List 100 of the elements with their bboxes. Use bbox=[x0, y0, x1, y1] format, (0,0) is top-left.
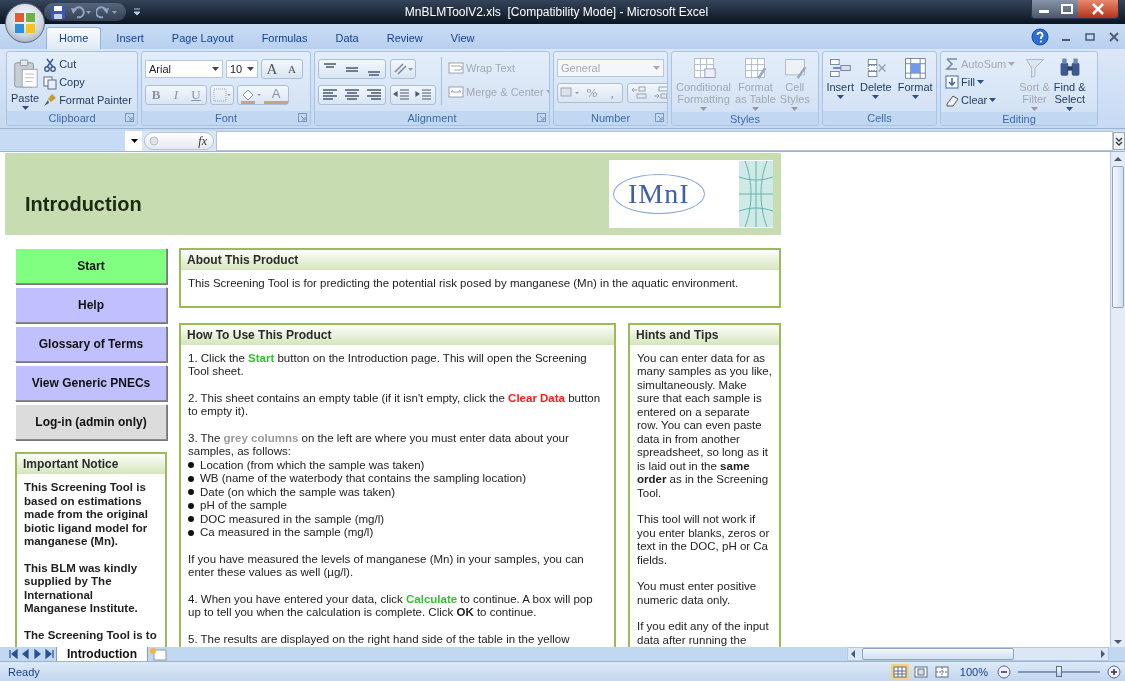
insert-function-button[interactable]: fx bbox=[198, 133, 207, 149]
ribbon-button[interactable]: Fill bbox=[944, 73, 1017, 91]
formula-handle-icon[interactable] bbox=[149, 136, 159, 146]
ribbon-tab[interactable]: Data bbox=[322, 27, 372, 49]
cell-style-icon bbox=[782, 56, 807, 80]
scroll-right-icon[interactable] bbox=[1098, 648, 1108, 660]
close-icon[interactable] bbox=[1078, 0, 1118, 18]
instruction-text: 5. The results are displayed on the right hand side of the table in the yellow bbox=[188, 632, 571, 646]
undo-icon[interactable] bbox=[70, 5, 92, 19]
globe-drawing bbox=[739, 161, 773, 227]
next-sheet-icon[interactable] bbox=[32, 648, 43, 660]
group-label: Editing bbox=[1002, 112, 1036, 125]
office-logo-icon bbox=[14, 12, 36, 34]
close-icon[interactable] bbox=[1107, 29, 1121, 44]
ribbon-tab[interactable]: Page Layout bbox=[158, 27, 247, 49]
bullet-icon bbox=[188, 516, 194, 523]
previous-sheet-icon[interactable] bbox=[20, 648, 31, 660]
ribbon-button[interactable]: Insert bbox=[825, 55, 855, 100]
caret-icon bbox=[872, 95, 880, 99]
first-sheet-icon[interactable] bbox=[8, 648, 19, 660]
vertical-scrollbar[interactable] bbox=[1110, 152, 1125, 647]
ribbon-button[interactable]: Clear bbox=[944, 91, 1017, 109]
dialog-launcher-icon[interactable] bbox=[125, 113, 134, 122]
instruction-text: 4. When you have entered your data, click Calculate to continue. A box will pop up to tell you when the calculation is complete. Click OK to continue. bbox=[188, 592, 594, 620]
scroll-thumb[interactable] bbox=[862, 648, 1014, 660]
group-label: Number bbox=[590, 112, 631, 124]
panel-title: How To Use This Product bbox=[181, 324, 614, 345]
instruction-text: 1. Click the Start button on the Introduction page. This will open the Screening Tool sheet. bbox=[188, 351, 588, 379]
panel-title: Hints and Tips bbox=[630, 324, 779, 345]
redo-icon[interactable] bbox=[96, 5, 118, 19]
dialog-launcher-icon[interactable] bbox=[537, 113, 546, 122]
list-item-text: Ca measured in the sample (mg/l) bbox=[200, 526, 374, 540]
wrap-text-icon bbox=[448, 61, 464, 75]
normal-view-icon[interactable] bbox=[890, 663, 909, 680]
page-break-view-icon[interactable] bbox=[932, 663, 951, 680]
instruction-text: 3. The grey columns on the left are where you must enter data about your samples, as follows: bbox=[188, 431, 570, 459]
minimize-icon[interactable] bbox=[1032, 0, 1056, 18]
caret-icon bbox=[131, 139, 138, 143]
expand-icon[interactable] bbox=[1113, 132, 1125, 150]
dialog-launcher-icon[interactable] bbox=[298, 113, 307, 122]
notice-text: This Screening Tool is based on estimations made from the original biotic ligand model for manganese (Mn). bbox=[24, 481, 149, 549]
font-size-field[interactable]: 10 bbox=[226, 60, 258, 78]
caret-icon bbox=[1008, 62, 1016, 66]
save-icon[interactable] bbox=[50, 4, 66, 20]
ribbon-button[interactable]: Find & Select bbox=[1052, 55, 1087, 112]
nav-button[interactable]: Start bbox=[15, 248, 167, 284]
panel-title: Important Notice bbox=[17, 454, 165, 474]
hint-text: This tool will not work if you enter blanks, zeros or text in the DOC, pH or Ca fields. bbox=[637, 513, 771, 567]
formula-field[interactable] bbox=[216, 131, 1113, 151]
clipboard-icon bbox=[11, 59, 40, 89]
ribbon-button[interactable]: Cut bbox=[42, 55, 133, 73]
bullet-icon bbox=[188, 529, 194, 536]
ribbon-tab[interactable]: Review bbox=[373, 27, 436, 49]
fill-down-icon bbox=[945, 75, 959, 89]
ribbon-button[interactable]: Delete bbox=[858, 55, 893, 100]
insert-cells-icon bbox=[828, 56, 853, 80]
ribbon-button[interactable]: Format Painter bbox=[42, 91, 133, 109]
window-title: MnBLMToolV2.xls [Compatibility Mode] - Microsoft Excel bbox=[403, 5, 710, 19]
description-text: This Screening Tool is for predicting the potential risk posed by manganese (Mn) in the aquatic environment. bbox=[188, 277, 740, 291]
ribbon-tab[interactable]: Formulas bbox=[248, 27, 321, 49]
page-layout-view-icon[interactable] bbox=[911, 663, 930, 680]
group-label: Cells bbox=[867, 112, 892, 124]
ribbon-button[interactable]: Copy bbox=[42, 73, 133, 91]
table-format-icon bbox=[743, 56, 768, 80]
customize-icon[interactable] bbox=[132, 7, 142, 17]
zoom-in-icon[interactable] bbox=[1107, 664, 1121, 679]
group-label: Font bbox=[215, 112, 237, 124]
nav-button[interactable]: Log-in (admin only) bbox=[15, 404, 167, 440]
font-name-field[interactable]: Arial bbox=[145, 60, 223, 78]
ribbon-tab[interactable]: Home bbox=[46, 27, 102, 49]
dialog-launcher-icon[interactable] bbox=[655, 113, 664, 122]
slider-thumb[interactable] bbox=[1056, 665, 1062, 677]
list-item-text: DOC measured in the sample (mg/l) bbox=[200, 512, 385, 526]
ribbon-button[interactable]: Format bbox=[896, 55, 934, 100]
nav-button[interactable]: View Generic PNECs bbox=[15, 365, 167, 401]
horizontal-scrollbar[interactable] bbox=[847, 647, 1109, 661]
restore-icon[interactable] bbox=[1056, 0, 1078, 18]
group-label: Alignment bbox=[407, 112, 457, 124]
ribbon-tab[interactable]: Insert bbox=[103, 27, 157, 49]
nav-button[interactable]: Glossary of Terms bbox=[15, 326, 167, 362]
scroll-up-icon[interactable] bbox=[1112, 154, 1124, 164]
help-icon[interactable] bbox=[1031, 27, 1049, 46]
caret-icon bbox=[977, 80, 985, 84]
scroll-thumb[interactable] bbox=[1112, 166, 1124, 308]
zoom-level[interactable]: 100% bbox=[959, 665, 988, 678]
grow-font-button[interactable]: A bbox=[262, 60, 282, 78]
bullet-icon bbox=[188, 462, 194, 469]
caret-icon bbox=[989, 98, 997, 102]
list-item-text: Location (from which the sample was taken) bbox=[200, 458, 425, 472]
notice-text: The Screening Tool is to bbox=[24, 628, 158, 642]
copy-icon bbox=[43, 74, 58, 90]
group-label: Clipboard bbox=[48, 112, 96, 124]
ribbon-tab[interactable]: View bbox=[437, 27, 488, 49]
zoom-out-icon[interactable] bbox=[997, 664, 1011, 679]
scissors-icon bbox=[43, 56, 58, 72]
last-sheet-icon[interactable] bbox=[44, 648, 55, 660]
paste-button[interactable]: Paste bbox=[10, 55, 41, 111]
shrink-font-button[interactable]: A bbox=[282, 60, 302, 78]
insert-sheet-icon[interactable] bbox=[148, 647, 168, 661]
nav-button[interactable]: Help bbox=[15, 287, 167, 323]
